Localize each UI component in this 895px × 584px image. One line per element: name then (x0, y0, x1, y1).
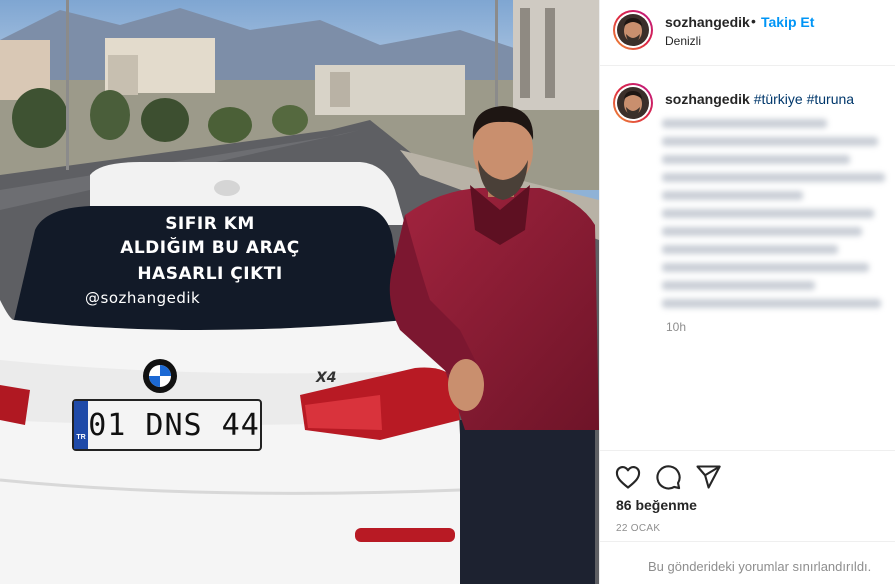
post-photo[interactable]: SIFIR KM ALDIĞIM BU ARAÇ HASARLI ÇIKTI @… (0, 0, 599, 584)
author-username[interactable]: sozhangedik (665, 14, 750, 30)
post-date[interactable]: 22 OCAK (616, 523, 660, 534)
caption-header: sozhangedik #türkiye #turuna (665, 91, 854, 107)
heart-icon[interactable] (614, 463, 642, 491)
like-count[interactable]: 86 beğenme (616, 497, 697, 513)
plate-number: 01 DNS 44 (88, 407, 260, 443)
sticker-line-4: @sozhangedik (85, 289, 201, 307)
comment-bubble-icon[interactable] (654, 463, 682, 491)
avatar-image (617, 14, 649, 46)
avatar[interactable] (613, 10, 653, 50)
paper-plane-icon[interactable] (694, 463, 722, 491)
car-model-badge: X4 (316, 370, 337, 386)
post-side-panel: sozhangedik • Takip Et Denizli sozhanged… (599, 0, 895, 584)
separator-dot: • (751, 13, 756, 29)
post-actions: 86 beğenme 22 OCAK Bu gönderideki yoruml… (600, 450, 895, 584)
caption-avatar-image (617, 87, 649, 119)
blurred-caption-text (662, 110, 895, 310)
sticker-line-1: SIFIR KM (165, 214, 255, 234)
post-header: sozhangedik • Takip Et Denizli (600, 0, 895, 66)
caption-username[interactable]: sozhangedik (665, 91, 750, 107)
caption-time: 10h (666, 320, 687, 334)
license-plate: TR 01 DNS 44 (72, 399, 262, 451)
caption-hashtags[interactable]: #türkiye #turuna (754, 91, 854, 107)
comments-limited-notice: Bu gönderideki yorumlar sınırlandırıldı. (600, 541, 895, 584)
sticker-line-2: ALDIĞIM BU ARAÇ (120, 238, 300, 258)
post-location[interactable]: Denizli (665, 34, 701, 48)
sticker-line-3: HASARLI ÇIKTI (137, 264, 283, 284)
rear-window-sticker: SIFIR KM ALDIĞIM BU ARAÇ HASARLI ÇIKTI @… (40, 212, 380, 308)
follow-button[interactable]: Takip Et (761, 14, 814, 30)
plate-country-code: TR (74, 401, 88, 449)
caption-avatar[interactable] (613, 83, 653, 123)
